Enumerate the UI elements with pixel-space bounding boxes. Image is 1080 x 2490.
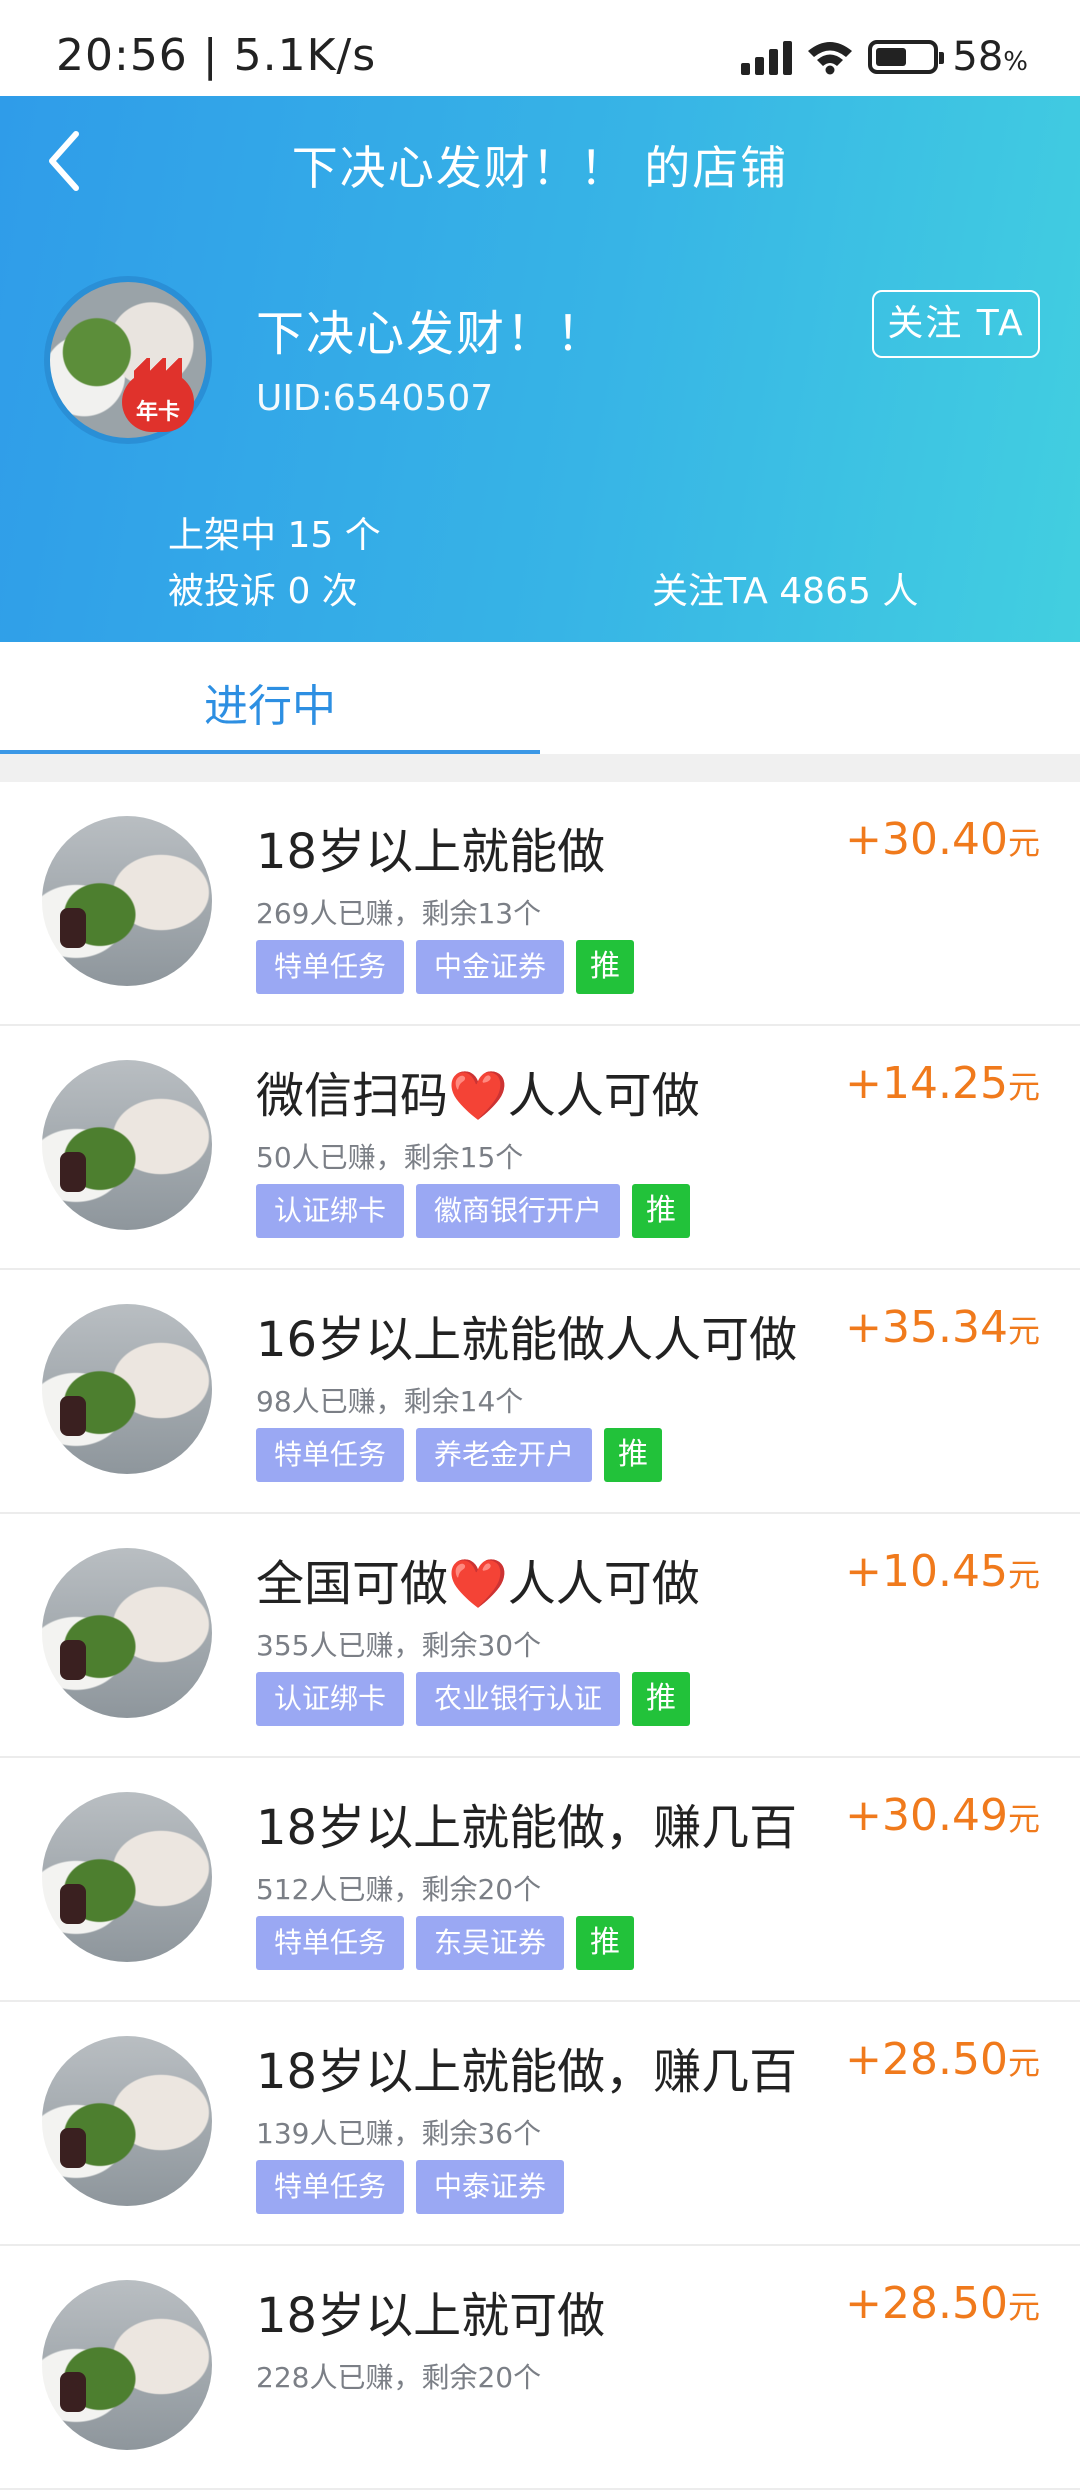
task-title: 18岁以上就可做 xyxy=(256,2288,606,2344)
task-avatar xyxy=(42,1792,212,1962)
task-reward: +35.34元 xyxy=(845,1302,1040,1353)
task-tag: 养老金开户 xyxy=(416,1428,593,1482)
task-tags: 特单任务 中泰证券 xyxy=(256,2160,565,2214)
task-tags: 特单任务 东吴证券推 xyxy=(256,1916,635,1970)
task-reward: +30.49元 xyxy=(845,1790,1040,1841)
recommend-badge: 推 xyxy=(632,1184,691,1238)
recommend-badge: 推 xyxy=(604,1428,663,1482)
task-progress: 269人已赚，剩余13个 xyxy=(256,897,542,930)
task-reward: +28.50元 xyxy=(845,2034,1040,2085)
tab-in-progress[interactable]: 进行中 xyxy=(0,642,540,754)
task-avatar xyxy=(42,1548,212,1718)
task-avatar xyxy=(42,2280,212,2450)
task-progress: 98人已赚，剩余14个 xyxy=(256,1385,524,1418)
status-icons: 58% xyxy=(741,34,1028,80)
shop-owner-uid: UID:6540507 xyxy=(256,378,494,419)
task-title: 16岁以上就能做人人可做 xyxy=(256,1312,798,1368)
signal-icon xyxy=(741,39,793,75)
complaint-count: 被投诉 0 次 xyxy=(168,571,358,612)
task-title: 微信扫码❤️人人可做 xyxy=(256,1068,700,1124)
task-tag: 中泰证券 xyxy=(416,2160,565,2214)
battery-level: 58% xyxy=(952,34,1028,80)
shop-owner-name: 下决心发财！！ xyxy=(256,306,607,362)
tab-bar: 进行中 xyxy=(0,642,1080,754)
task-tag: 认证绑卡 xyxy=(256,1672,405,1726)
task-tags: 认证绑卡 徽商银行开户推 xyxy=(256,1184,691,1238)
task-tag: 特单任务 xyxy=(256,1428,405,1482)
task-progress: 228人已赚，剩余20个 xyxy=(256,2361,542,2394)
page-title: 下决心发财！！ 的店铺 xyxy=(291,141,789,195)
task-avatar xyxy=(42,816,212,986)
task-progress: 139人已赚，剩余36个 xyxy=(256,2117,542,2150)
task-row[interactable]: 16岁以上就能做人人可做 98人已赚，剩余14个特单任务 养老金开户推 +35.34元 xyxy=(0,1270,1080,1514)
task-reward: +14.25元 xyxy=(845,1058,1040,1109)
task-tag: 认证绑卡 xyxy=(256,1184,405,1238)
task-row[interactable]: 18岁以上就能做，赚几百 512人已赚，剩余20个特单任务 东吴证券推 +30.49元 xyxy=(0,1758,1080,2002)
task-tags: 认证绑卡 农业银行认证推 xyxy=(256,1672,691,1726)
task-tag: 徽商银行开户 xyxy=(416,1184,621,1238)
task-avatar xyxy=(42,1060,212,1230)
recommend-badge: 推 xyxy=(576,1916,635,1970)
status-time: 20:56 | 5.1K/s xyxy=(56,30,377,81)
shop-header: 下决心发财！！ 的店铺 年卡 下决心发财！！ UID:6540507 关注 TA… xyxy=(0,96,1080,642)
task-row[interactable]: 18岁以上就能做，赚几百 139人已赚，剩余36个特单任务 中泰证券 +28.50元 xyxy=(0,2002,1080,2246)
task-tag: 东吴证券 xyxy=(416,1916,565,1970)
task-reward: +30.40元 xyxy=(845,814,1040,865)
task-title: 18岁以上就能做，赚几百 xyxy=(256,1800,798,1856)
battery-icon xyxy=(868,40,945,74)
task-tag: 中金证券 xyxy=(416,940,565,994)
listed-count: 上架中 15 个 xyxy=(168,515,381,556)
task-avatar xyxy=(42,2036,212,2206)
recommend-badge: 推 xyxy=(576,940,635,994)
task-progress: 355人已赚，剩余30个 xyxy=(256,1629,542,1662)
status-bar: 20:56 | 5.1K/s 58% xyxy=(0,0,1080,96)
task-title: 18岁以上就能做，赚几百 xyxy=(256,2044,798,2100)
task-reward: +10.45元 xyxy=(845,1546,1040,1597)
task-tag: 特单任务 xyxy=(256,940,405,994)
follow-button[interactable]: 关注 TA xyxy=(872,290,1040,358)
task-row[interactable]: 18岁以上就能做 269人已赚，剩余13个特单任务 中金证券推 +30.40元 xyxy=(0,782,1080,1026)
task-row[interactable]: 微信扫码❤️人人可做 50人已赚，剩余15个认证绑卡 徽商银行开户推 +14.25元 xyxy=(0,1026,1080,1270)
tab-label: 进行中 xyxy=(204,681,336,732)
task-row[interactable]: 18岁以上就可做 228人已赚，剩余20个 +28.50元 xyxy=(0,2246,1080,2490)
task-tags: 特单任务 中金证券推 xyxy=(256,940,635,994)
task-progress: 512人已赚，剩余20个 xyxy=(256,1873,542,1906)
recommend-badge: 推 xyxy=(632,1672,691,1726)
task-avatar xyxy=(42,1304,212,1474)
follower-count: 关注TA 4865 人 xyxy=(652,571,919,612)
task-tag: 特单任务 xyxy=(256,1916,405,1970)
task-tags: 特单任务 养老金开户推 xyxy=(256,1428,663,1482)
task-tag: 农业银行认证 xyxy=(416,1672,621,1726)
task-list: 18岁以上就能做 269人已赚，剩余13个 特单任务 中金证券推 +30.40元 微信扫码… xyxy=(0,782,1080,2490)
vip-badge: 年卡 xyxy=(122,358,194,432)
task-title: 18岁以上就能做 xyxy=(256,824,606,880)
task-row[interactable]: 全国可做❤️人人可做 355人已赚，剩余30个认证绑卡 农业银行认证推 +10.45元 xyxy=(0,1514,1080,1758)
task-reward: +28.50元 xyxy=(845,2278,1040,2329)
wifi-icon xyxy=(808,42,853,75)
task-progress: 50人已赚，剩余15个 xyxy=(256,1141,524,1174)
task-tag: 特单任务 xyxy=(256,2160,405,2214)
divider xyxy=(0,754,1080,782)
task-title: 全国可做❤️人人可做 xyxy=(256,1556,700,1612)
